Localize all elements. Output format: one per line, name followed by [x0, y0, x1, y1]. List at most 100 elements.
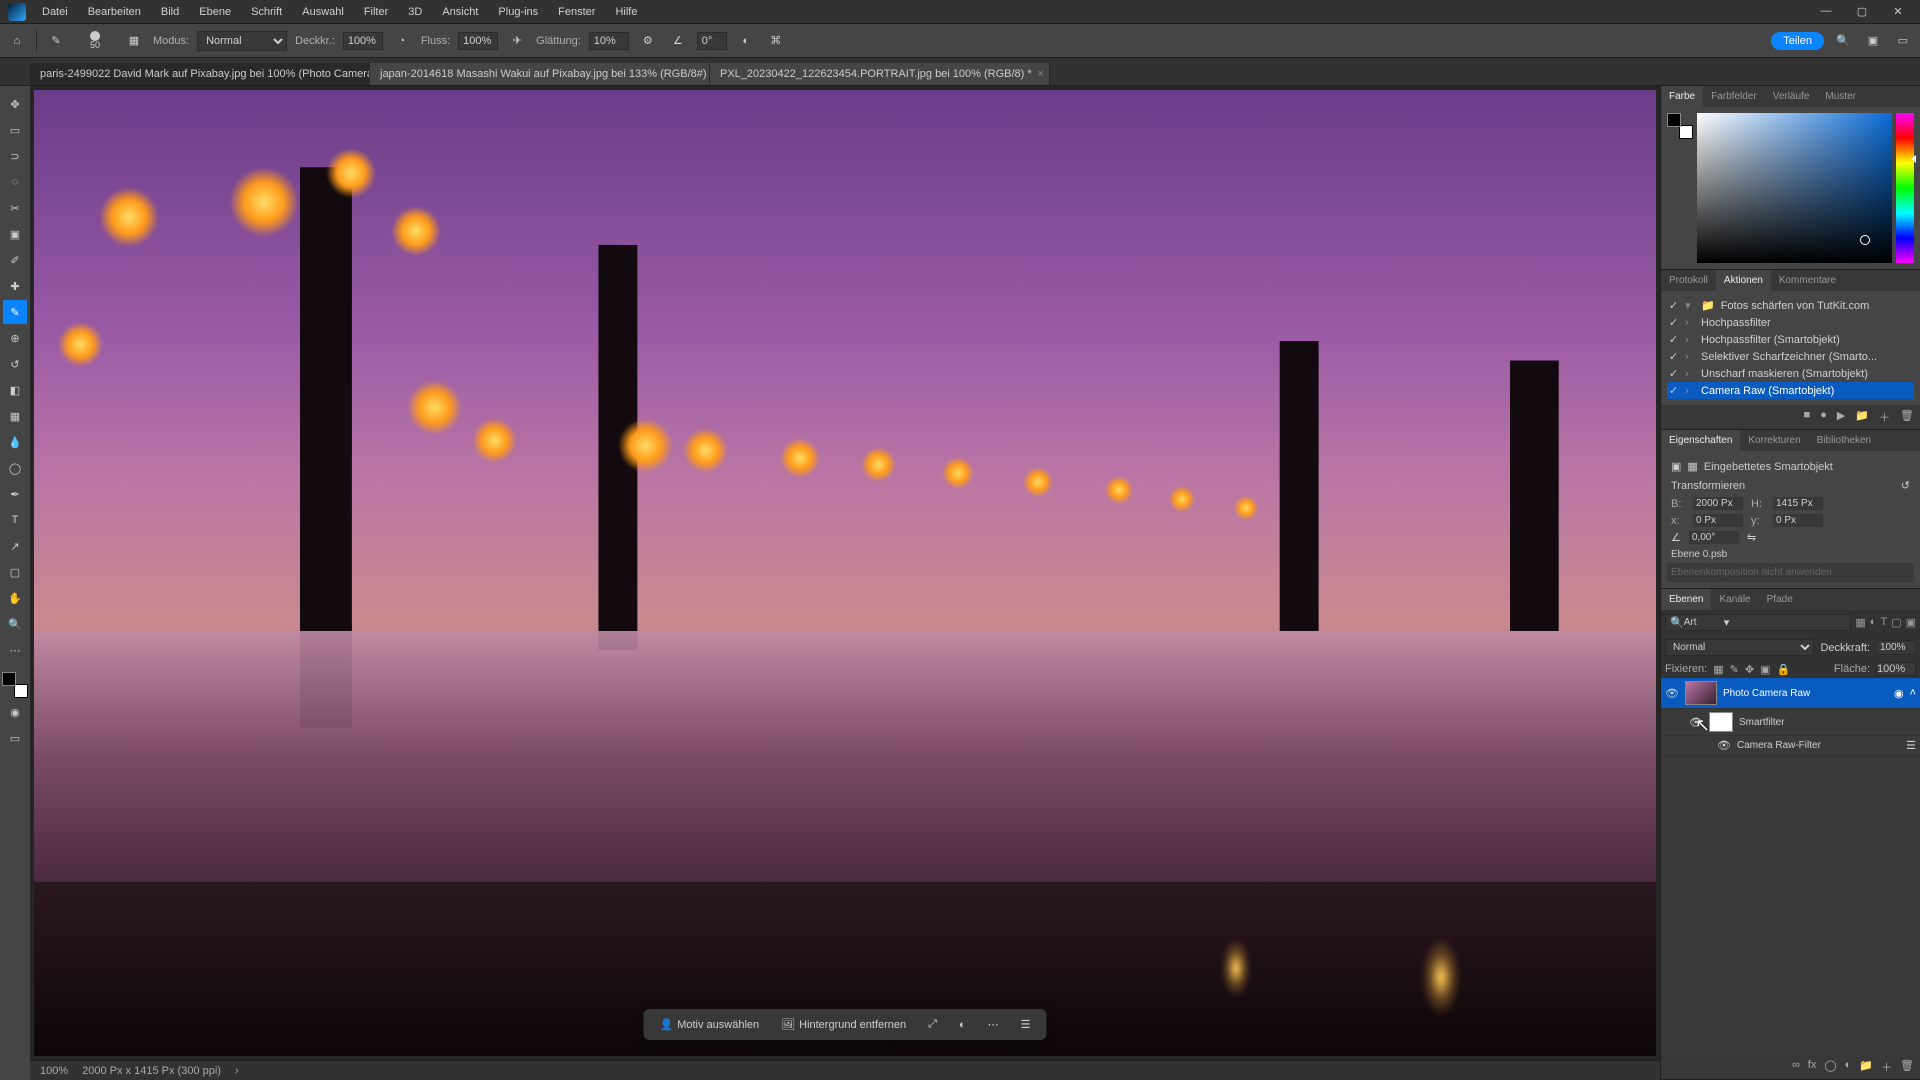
lock-all-icon[interactable]: 🔒: [1776, 663, 1790, 676]
tab-muster[interactable]: Muster: [1817, 86, 1864, 107]
brush-panel-icon[interactable]: ▦: [123, 30, 145, 52]
gradient-tool[interactable]: ▦: [3, 404, 27, 428]
shape-tool[interactable]: ▢: [3, 560, 27, 584]
x-input[interactable]: [1693, 514, 1743, 527]
tool-preset-icon[interactable]: ✎: [45, 30, 67, 52]
pen-tool[interactable]: ✒: [3, 482, 27, 506]
select-subject-button[interactable]: 👤Motiv auswählen: [654, 1015, 766, 1034]
lock-pixels-icon[interactable]: ✎: [1730, 663, 1739, 676]
layer-row[interactable]: 👁 Photo Camera Raw ◉ ˄: [1661, 678, 1920, 709]
play-icon[interactable]: ▶: [1837, 409, 1845, 425]
dodge-tool[interactable]: ◯: [3, 456, 27, 480]
action-item[interactable]: ✓›Hochpassfilter (Smartobjekt): [1667, 331, 1914, 348]
angle-input[interactable]: [1689, 531, 1739, 544]
group-icon[interactable]: 📁: [1859, 1059, 1873, 1075]
angle-input[interactable]: [697, 32, 727, 50]
tab-bibliotheken[interactable]: Bibliotheken: [1809, 430, 1879, 451]
search-icon[interactable]: 🔍: [1832, 30, 1854, 52]
canvas[interactable]: 👤Motiv auswählen 🖼Hintergrund entfernen …: [34, 90, 1656, 1056]
opacity-pressure-icon[interactable]: ◔: [391, 30, 413, 52]
symmetry-icon[interactable]: ⌘: [765, 30, 787, 52]
menu-3d[interactable]: 3D: [400, 4, 430, 20]
window-close[interactable]: ✕: [1884, 5, 1912, 18]
flow-input[interactable]: [458, 32, 498, 50]
menu-fenster[interactable]: Fenster: [550, 4, 603, 20]
smartfilter-row[interactable]: 👁 Smartfilter: [1661, 709, 1920, 736]
panel-fg-bg[interactable]: [1667, 113, 1693, 139]
layer-opacity-input[interactable]: [1876, 640, 1916, 655]
link-icon[interactable]: ∞: [1792, 1059, 1800, 1075]
menu-auswahl[interactable]: Auswahl: [294, 4, 352, 20]
lock-transparency-icon[interactable]: ▦: [1713, 663, 1723, 676]
frame-tool[interactable]: ▣: [3, 222, 27, 246]
tab-farbfelder[interactable]: Farbfelder: [1703, 86, 1765, 107]
new-set-icon[interactable]: 📁: [1855, 409, 1869, 425]
home-icon[interactable]: ⌂: [6, 30, 28, 52]
selection-tool[interactable]: ◌: [3, 170, 27, 194]
chevron-down-icon[interactable]: ▾: [1724, 616, 1730, 629]
tab-verlaeufe[interactable]: Verläufe: [1765, 86, 1818, 107]
reset-icon[interactable]: ↺: [1901, 479, 1910, 492]
menu-ebene[interactable]: Ebene: [191, 4, 239, 20]
adjustments-icon[interactable]: ◐: [953, 1016, 972, 1034]
remove-bg-button[interactable]: 🖼Hintergrund entfernen: [775, 1015, 912, 1034]
type-tool[interactable]: T: [3, 508, 27, 532]
eyedropper-tool[interactable]: ✐: [3, 248, 27, 272]
lock-position-icon[interactable]: ✥: [1745, 663, 1754, 676]
action-folder[interactable]: ✓▾📁Fotos schärfen von TutKit.com: [1667, 297, 1914, 314]
layer-search[interactable]: [1684, 617, 1724, 628]
menu-datei[interactable]: Datei: [34, 4, 76, 20]
lock-artboard-icon[interactable]: ▣: [1760, 663, 1770, 676]
eye-icon[interactable]: 👁: [1717, 739, 1731, 752]
menu-plugins[interactable]: Plug-ins: [490, 4, 546, 20]
share-button[interactable]: Teilen: [1771, 32, 1824, 50]
properties-icon[interactable]: ☰: [1015, 1015, 1037, 1034]
tab-pxl[interactable]: PXL_20230422_122623454.PORTRAIT.jpg bei …: [710, 63, 1050, 85]
flip-icon[interactable]: ⇋: [1747, 531, 1756, 544]
psb-link[interactable]: Ebene 0.psb: [1667, 546, 1914, 563]
filter-adjust-icon[interactable]: ◐: [1870, 616, 1877, 629]
menu-filter[interactable]: Filter: [356, 4, 396, 20]
filter-row[interactable]: 👁 Camera Raw-Filter ☰: [1661, 736, 1920, 756]
menu-schrift[interactable]: Schrift: [243, 4, 290, 20]
tab-pfade[interactable]: Pfade: [1759, 589, 1801, 610]
tab-kommentare[interactable]: Kommentare: [1771, 270, 1844, 291]
action-item[interactable]: ✓›Unscharf maskieren (Smartobjekt): [1667, 365, 1914, 382]
path-tool[interactable]: ↗: [3, 534, 27, 558]
fx-icon[interactable]: fx: [1808, 1059, 1817, 1075]
zoom-tool[interactable]: 🔍: [3, 612, 27, 636]
workspace-icon[interactable]: ▣: [1862, 30, 1884, 52]
layer-blend-select[interactable]: Normal: [1665, 639, 1814, 656]
heal-tool[interactable]: ✚: [3, 274, 27, 298]
screenmode-tool[interactable]: ▭: [3, 726, 27, 750]
more-tool[interactable]: ⋯: [3, 638, 27, 662]
menu-ansicht[interactable]: Ansicht: [434, 4, 486, 20]
action-item[interactable]: ✓›Camera Raw (Smartobjekt): [1667, 382, 1914, 399]
tab-eigenschaften[interactable]: Eigenschaften: [1661, 430, 1740, 451]
chevron-right-icon[interactable]: ›: [235, 1065, 239, 1077]
smooth-opts-icon[interactable]: ⚙: [637, 30, 659, 52]
brush-preset[interactable]: 50: [75, 30, 115, 52]
filter-opts-icon[interactable]: ☰: [1906, 739, 1916, 752]
marquee-tool[interactable]: ▭: [3, 118, 27, 142]
window-maximize[interactable]: ▢: [1848, 5, 1876, 18]
hue-slider[interactable]: [1896, 113, 1914, 263]
opacity-input[interactable]: [343, 32, 383, 50]
sat-val-picker[interactable]: [1697, 113, 1892, 263]
fg-bg-swatch[interactable]: [2, 672, 28, 698]
width-input[interactable]: [1693, 497, 1743, 510]
filter-type-icon[interactable]: T: [1880, 616, 1887, 629]
check-icon[interactable]: ✓: [1669, 299, 1679, 312]
eye-icon[interactable]: 👁: [1665, 687, 1679, 700]
hand-tool[interactable]: ✋: [3, 586, 27, 610]
transform-icon[interactable]: ⤢: [922, 1015, 943, 1034]
airbrush-icon[interactable]: ✈: [506, 30, 528, 52]
y-input[interactable]: [1773, 514, 1823, 527]
brush-tool[interactable]: ✎: [3, 300, 27, 324]
new-layer-icon[interactable]: ＋: [1881, 1059, 1892, 1075]
filter-pixel-icon[interactable]: ▦: [1855, 616, 1865, 629]
blend-mode-select[interactable]: Normal: [197, 31, 287, 51]
tab-protokoll[interactable]: Protokoll: [1661, 270, 1716, 291]
record-icon[interactable]: ●: [1820, 409, 1827, 425]
new-action-icon[interactable]: ＋: [1879, 409, 1890, 425]
